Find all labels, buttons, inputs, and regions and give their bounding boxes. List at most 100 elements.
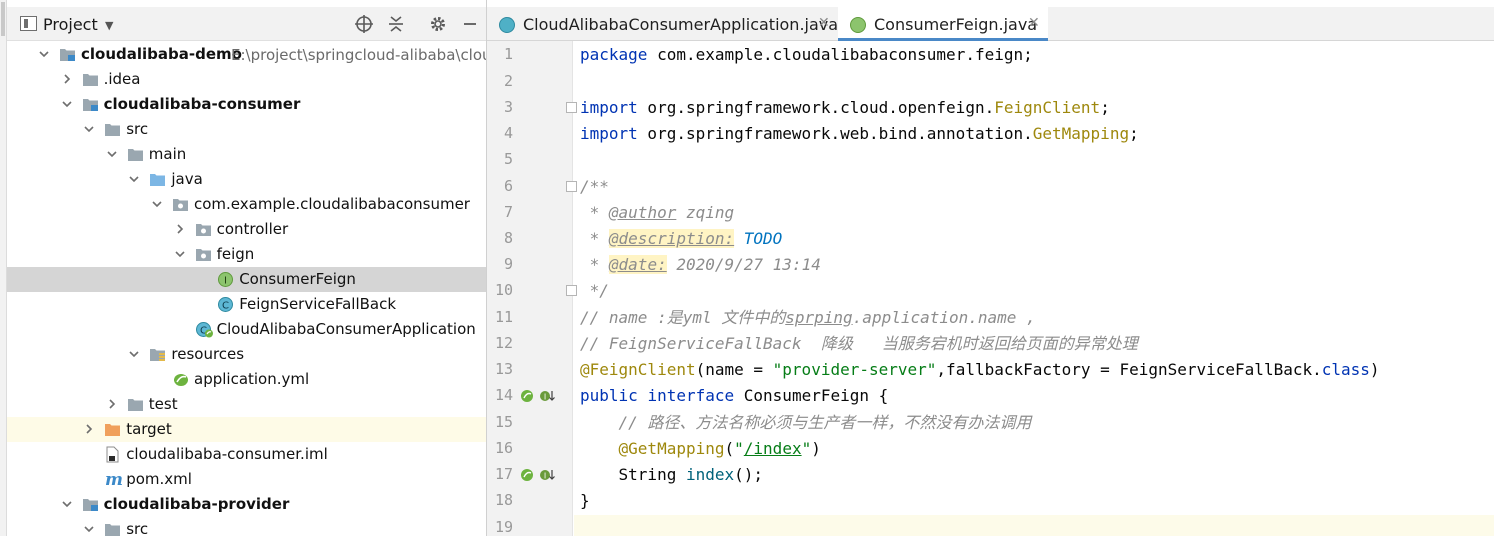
stripe-button[interactable] xyxy=(1,2,5,36)
editor-area: CloudAlibabaConsumerApplication.java ✕ C… xyxy=(487,0,1494,536)
tree-item-controller[interactable]: controller xyxy=(7,217,486,242)
tree-item-resources[interactable]: resources xyxy=(7,342,486,367)
tree-item-java[interactable]: java xyxy=(7,167,486,192)
tree-item-cloudalibaba-provider[interactable]: cloudalibaba-provider xyxy=(7,492,486,517)
chevron-right-icon[interactable] xyxy=(175,224,184,234)
package-icon xyxy=(195,247,212,262)
chevron-down-icon[interactable]: ▼ xyxy=(105,19,113,32)
hide-panel-icon[interactable] xyxy=(459,13,481,35)
implemented-by-icon[interactable]: I xyxy=(539,468,555,482)
collapse-all-icon[interactable] xyxy=(385,13,407,35)
locate-target-icon[interactable] xyxy=(353,13,375,35)
line-number: 9 xyxy=(503,255,513,273)
tree-item-feignservicefallback[interactable]: C FeignServiceFallBack xyxy=(7,292,486,317)
tree-item-feign[interactable]: feign xyxy=(7,242,486,267)
chevron-down-icon[interactable] xyxy=(39,49,49,58)
editor-gutter[interactable]: 1 2 3 4 5 6 7 8 9 10 11 12 13 14 15 16 17 18 19 I I xyxy=(487,41,577,536)
project-view-icon xyxy=(20,16,37,31)
tree-item-test[interactable]: test xyxy=(7,392,486,417)
line-number: 8 xyxy=(503,229,513,247)
chevron-right-icon[interactable] xyxy=(62,74,71,84)
chevron-down-icon[interactable] xyxy=(62,99,72,108)
tree-item-label: target xyxy=(126,420,172,438)
line-number: 13 xyxy=(494,360,513,378)
chevron-down-icon[interactable] xyxy=(152,199,162,208)
package-icon xyxy=(172,197,189,212)
spring-class-icon xyxy=(499,17,515,33)
iml-file-icon xyxy=(104,446,121,463)
code-line-14: public interface ConsumerFeign { xyxy=(580,386,889,405)
tree-item-target[interactable]: target xyxy=(7,417,486,442)
line-number: 2 xyxy=(503,72,513,90)
chevron-down-icon[interactable] xyxy=(107,149,117,158)
folder-icon xyxy=(127,397,144,412)
code-line-6: /** xyxy=(580,177,609,196)
chevron-down-icon[interactable] xyxy=(84,124,94,133)
tree-item-label: CloudAlibabaConsumerApplication xyxy=(216,320,476,338)
spring-bean-icon[interactable] xyxy=(520,389,534,403)
folder-icon xyxy=(82,72,99,87)
project-panel-title[interactable]: Project xyxy=(43,15,98,34)
module-icon xyxy=(82,497,99,512)
source-folder-icon xyxy=(149,172,166,187)
tree-item-src[interactable]: src xyxy=(7,517,486,536)
line-number: 18 xyxy=(494,491,513,509)
tab-cloudalibabaconsumerapplication[interactable]: CloudAlibabaConsumerApplication.java ✕ xyxy=(487,7,839,41)
class-icon: C xyxy=(217,296,234,312)
tree-item-src[interactable]: src xyxy=(7,117,486,142)
tab-label: CloudAlibabaConsumerApplication.java xyxy=(523,15,839,34)
tree-item-label: FeignServiceFallBack xyxy=(239,295,397,313)
tree-item-cloudalibaba-demo[interactable]: cloudalibaba-demo E:\project\springcloud-… xyxy=(7,42,486,67)
line-number: 12 xyxy=(494,334,513,352)
folder-icon xyxy=(104,122,121,137)
chevron-down-icon[interactable] xyxy=(84,524,94,533)
tree-item-label: feign xyxy=(216,245,255,263)
tree-item-com-example-cloudalibabaconsumer[interactable]: com.example.cloudalibabaconsumer xyxy=(7,192,486,217)
tree-item-main[interactable]: main xyxy=(7,142,486,167)
chevron-down-icon[interactable] xyxy=(129,174,139,183)
code-editor[interactable]: package com.example.cloudalibabaconsumer… xyxy=(574,41,1494,536)
tree-item-cloudalibaba-consumer[interactable]: cloudalibaba-consumer xyxy=(7,92,486,117)
code-line-18: } xyxy=(580,491,590,510)
tree-item-label: ConsumerFeign xyxy=(239,270,356,288)
tree-item-label: cloudalibaba-consumer.iml xyxy=(126,445,328,463)
close-icon[interactable]: ✕ xyxy=(818,15,830,31)
excluded-folder-icon xyxy=(104,422,121,437)
code-line-16: @GetMapping("/index") xyxy=(618,439,821,458)
chevron-right-icon[interactable] xyxy=(107,399,116,409)
tree-item-label: application.yml xyxy=(194,370,310,388)
gear-icon[interactable] xyxy=(427,13,449,35)
chevron-down-icon[interactable] xyxy=(129,349,139,358)
tree-item-label: src xyxy=(126,520,149,536)
code-line-10: */ xyxy=(580,281,609,300)
implemented-by-icon[interactable]: I xyxy=(539,389,555,403)
tree-item-label: pom.xml xyxy=(126,470,192,488)
current-line-highlight xyxy=(574,515,1494,536)
tree-item-cloudalibabaconsumerapplication[interactable]: C CloudAlibabaConsumerApplication xyxy=(7,317,486,342)
tree-item-application-yml[interactable]: application.yml xyxy=(7,367,486,392)
close-icon[interactable]: ✕ xyxy=(1028,15,1040,31)
interface-icon xyxy=(850,17,866,33)
line-number: 5 xyxy=(503,150,513,168)
tree-item-pom-xml[interactable]: m pom.xml xyxy=(7,467,486,492)
spring-bean-icon[interactable] xyxy=(520,468,534,482)
tree-item-idea[interactable]: .idea xyxy=(7,67,486,92)
line-number: 15 xyxy=(494,413,513,431)
tab-consumerfeign[interactable]: ConsumerFeign.java ✕ xyxy=(838,7,1048,41)
tree-item-label: resources xyxy=(171,345,245,363)
line-number: 1 xyxy=(503,45,513,63)
chevron-down-icon[interactable] xyxy=(62,499,72,508)
editor-tab-bar: CloudAlibabaConsumerApplication.java ✕ C… xyxy=(487,7,1494,41)
line-number: 7 xyxy=(503,203,513,221)
code-line-12: // FeignServiceFallBack 降级 当服务宕机时返回给页面的异… xyxy=(580,334,1138,353)
chevron-down-icon[interactable] xyxy=(175,249,185,258)
line-number: 11 xyxy=(494,308,513,326)
svg-text:m: m xyxy=(105,471,123,488)
tree-item-consumerfeign[interactable]: I ConsumerFeign xyxy=(7,267,486,292)
code-line-15: // 路径、方法名称必须与生产者一样，不然没有办法调用 xyxy=(580,413,1032,432)
line-number: 6 xyxy=(503,177,513,195)
chevron-right-icon[interactable] xyxy=(84,424,93,434)
tab-label: ConsumerFeign.java xyxy=(874,15,1038,34)
tree-item-label: controller xyxy=(216,220,289,238)
tree-item-cloudalibaba-consumer-iml[interactable]: cloudalibaba-consumer.iml xyxy=(7,442,486,467)
